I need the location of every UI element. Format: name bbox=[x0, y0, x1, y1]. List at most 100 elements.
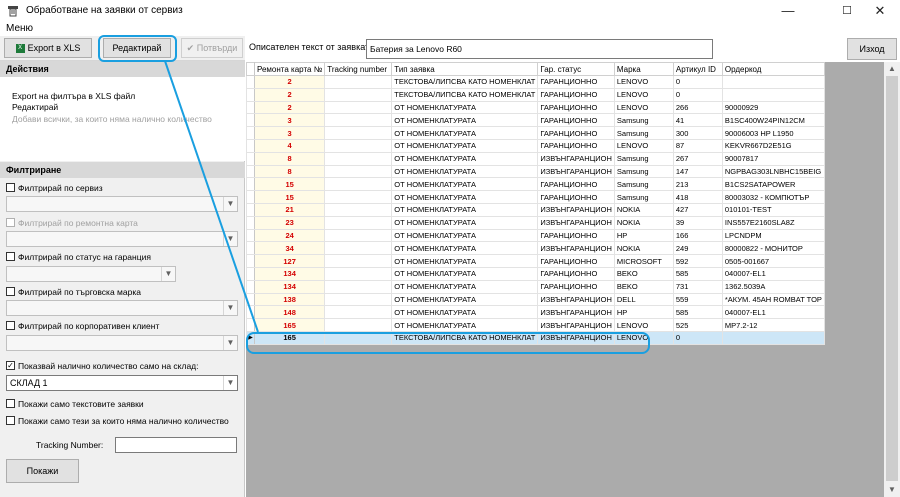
cell-tracking[interactable] bbox=[324, 75, 393, 89]
cell-request-type[interactable]: ОТ НОМЕНКЛАТУРАТА bbox=[391, 305, 539, 320]
row-header[interactable] bbox=[246, 190, 255, 204]
cell-warranty[interactable]: ГАРАНЦИОННО bbox=[537, 177, 615, 192]
filter-corporate-checkbox[interactable] bbox=[6, 321, 15, 331]
cell-brand[interactable]: MICROSOFT bbox=[613, 254, 674, 268]
cell-request-type[interactable]: ОТ НОМЕНКЛАТУРАТА bbox=[391, 164, 539, 179]
cell-warranty[interactable]: ГАРАНЦИОННО bbox=[537, 279, 615, 294]
text-only-checkbox[interactable] bbox=[6, 399, 15, 409]
row-header[interactable] bbox=[246, 113, 255, 128]
cell-ordercode[interactable]: LPCNDPM bbox=[721, 228, 825, 243]
table-row[interactable]: ▶ 165 ТЕКСТОВА/ЛИПСВА КАТО НОМЕНКЛАТ ИЗВЪНГ… bbox=[246, 330, 825, 345]
cell-tracking[interactable] bbox=[324, 266, 393, 281]
cell-brand[interactable]: BEKO bbox=[613, 266, 674, 281]
cell-article-id[interactable]: 213 bbox=[672, 177, 723, 192]
chevron-down-icon[interactable]: ▼ bbox=[161, 267, 175, 281]
chevron-down-icon[interactable]: ▼ bbox=[223, 336, 237, 350]
row-header[interactable] bbox=[246, 202, 255, 217]
cell-tracking[interactable] bbox=[324, 177, 393, 192]
text-only-row[interactable]: Покажи само текстовите заявки bbox=[6, 399, 144, 409]
cell-ordercode[interactable] bbox=[721, 75, 825, 89]
cell-ordercode[interactable]: 80003032 - КОМПЮТЪР bbox=[721, 190, 825, 204]
cell-tracking[interactable] bbox=[324, 228, 393, 243]
cell-repair-card[interactable]: 148 bbox=[253, 305, 326, 320]
cell-tracking[interactable] bbox=[324, 138, 393, 153]
cell-ordercode[interactable]: 1362.5039A bbox=[721, 279, 825, 294]
cell-tracking[interactable] bbox=[324, 87, 393, 102]
table-row[interactable]: 2 ОТ НОМЕНКЛАТУРАТА ГАРАНЦИОННО LENOVO 266 90… bbox=[246, 100, 825, 115]
cell-request-type[interactable]: ТЕКСТОВА/ЛИПСВА КАТО НОМЕНКЛАТ bbox=[391, 87, 539, 102]
cell-request-type[interactable]: ОТ НОМЕНКЛАТУРАТА bbox=[391, 318, 539, 332]
table-row[interactable]: 15 ОТ НОМЕНКЛАТУРАТА ГАРАНЦИОННО Samsung 213… bbox=[246, 177, 825, 192]
cell-article-id[interactable]: 0 bbox=[672, 330, 723, 345]
cell-repair-card[interactable]: 134 bbox=[253, 266, 326, 281]
cell-tracking[interactable] bbox=[324, 330, 393, 345]
filter-warranty-checkbox-row[interactable]: Филтрирай по статус на гаранция bbox=[6, 252, 151, 262]
row-header[interactable] bbox=[246, 177, 255, 192]
cell-repair-card[interactable]: 165 bbox=[253, 318, 326, 332]
cell-ordercode[interactable]: NGPBAG303LNBHC15BEIG bbox=[721, 164, 825, 179]
chevron-down-icon[interactable]: ▼ bbox=[223, 376, 237, 390]
row-header[interactable] bbox=[246, 292, 255, 307]
cell-warranty[interactable]: ИЗВЪНГАРАНЦИОН bbox=[537, 330, 615, 345]
cell-request-type[interactable]: ОТ НОМЕНКЛАТУРАТА bbox=[391, 177, 539, 192]
cell-ordercode[interactable]: 010101-TEST bbox=[721, 202, 825, 217]
cell-repair-card[interactable]: 138 bbox=[253, 292, 326, 307]
cell-tracking[interactable] bbox=[324, 113, 393, 128]
cell-article-id[interactable]: 249 bbox=[672, 241, 723, 256]
row-header[interactable] bbox=[246, 241, 255, 256]
cell-warranty[interactable]: ИЗВЪНГАРАНЦИОН bbox=[537, 164, 615, 179]
cell-request-type[interactable]: ОТ НОМЕНКЛАТУРАТА bbox=[391, 266, 539, 281]
cell-brand[interactable]: LENOVO bbox=[613, 138, 674, 153]
brand-combo[interactable]: ▼ bbox=[6, 300, 238, 316]
warehouse-combo[interactable]: СКЛАД 1 ▼ bbox=[6, 375, 238, 391]
cell-tracking[interactable] bbox=[324, 126, 393, 140]
cell-warranty[interactable]: ГАРАНЦИОННО bbox=[537, 100, 615, 115]
column-header-request-type[interactable]: Тип заявка bbox=[391, 62, 539, 76]
no-qty-only-row[interactable]: Покажи само тези за които няма налично к… bbox=[6, 416, 229, 426]
cell-repair-card[interactable]: 127 bbox=[253, 254, 326, 268]
cell-brand[interactable]: Samsung bbox=[613, 164, 674, 179]
table-row[interactable]: 165 ОТ НОМЕНКЛАТУРАТА ИЗВЪНГАРАНЦИОН LENOVO… bbox=[246, 318, 825, 332]
cell-brand[interactable]: Samsung bbox=[613, 126, 674, 140]
cell-repair-card[interactable]: 15 bbox=[253, 177, 326, 192]
cell-request-type[interactable]: ОТ НОМЕНКЛАТУРАТА bbox=[391, 126, 539, 140]
cell-request-type[interactable]: ТЕКСТОВА/ЛИПСВА КАТО НОМЕНКЛАТ bbox=[391, 330, 539, 345]
cell-ordercode[interactable] bbox=[721, 330, 825, 345]
cell-ordercode[interactable]: 040007-EL1 bbox=[721, 305, 825, 320]
warranty-combo[interactable]: ▼ bbox=[6, 266, 176, 282]
row-header[interactable] bbox=[246, 279, 255, 294]
cell-request-type[interactable]: ОТ НОМЕНКЛАТУРАТА bbox=[391, 202, 539, 217]
cell-request-type[interactable]: ОТ НОМЕНКЛАТУРАТА bbox=[391, 254, 539, 268]
action-edit[interactable]: Редактирай bbox=[12, 102, 58, 112]
scroll-thumb[interactable] bbox=[886, 76, 898, 481]
table-row[interactable]: 15 ОТ НОМЕНКЛАТУРАТА ГАРАНЦИОННО Samsung 418… bbox=[246, 190, 825, 204]
cell-tracking[interactable] bbox=[324, 292, 393, 307]
cell-brand[interactable]: HP bbox=[613, 305, 674, 320]
cell-brand[interactable]: DELL bbox=[613, 292, 674, 307]
cell-article-id[interactable]: 559 bbox=[672, 292, 723, 307]
cell-brand[interactable]: Samsung bbox=[613, 190, 674, 204]
cell-warranty[interactable]: ИЗВЪНГАРАНЦИОН bbox=[537, 215, 615, 230]
cell-request-type[interactable]: ОТ НОМЕНКЛАТУРАТА bbox=[391, 241, 539, 256]
filter-brand-checkbox-row[interactable]: Филтрирай по търговска марка bbox=[6, 287, 141, 297]
cell-article-id[interactable]: 39 bbox=[672, 215, 723, 230]
cell-brand[interactable]: NOKIA bbox=[613, 241, 674, 256]
cell-repair-card[interactable]: 2 bbox=[253, 100, 326, 115]
cell-brand[interactable]: LENOVO bbox=[613, 87, 674, 102]
table-row[interactable]: 21 ОТ НОМЕНКЛАТУРАТА ИЗВЪНГАРАНЦИОН NOKIA 42… bbox=[246, 202, 825, 217]
cell-repair-card[interactable]: 3 bbox=[253, 126, 326, 140]
cell-ordercode[interactable]: MP7.2-12 bbox=[721, 318, 825, 332]
cell-brand[interactable]: NOKIA bbox=[613, 215, 674, 230]
vertical-scrollbar[interactable]: ▲ ▼ bbox=[884, 62, 900, 497]
row-header[interactable] bbox=[246, 151, 255, 166]
edit-button[interactable]: Редактирай bbox=[103, 38, 171, 58]
table-row[interactable]: 3 ОТ НОМЕНКЛАТУРАТА ГАРАНЦИОННО Samsung 300 9… bbox=[246, 126, 825, 140]
table-row[interactable]: 134 ОТ НОМЕНКЛАТУРАТА ГАРАНЦИОННО BEKO 731 13… bbox=[246, 279, 825, 294]
cell-request-type[interactable]: ОТ НОМЕНКЛАТУРАТА bbox=[391, 113, 539, 128]
cell-repair-card[interactable]: 134 bbox=[253, 279, 326, 294]
repair-card-combo[interactable]: ▼ bbox=[6, 231, 238, 247]
column-header-article-id[interactable]: Артикул ID bbox=[672, 62, 723, 76]
cell-warranty[interactable]: ГАРАНЦИОННО bbox=[537, 75, 615, 89]
cell-warranty[interactable]: ИЗВЪНГАРАНЦИОН bbox=[537, 202, 615, 217]
cell-ordercode[interactable]: *АКУМ. 45AH ROMBAT TOP bbox=[721, 292, 825, 307]
